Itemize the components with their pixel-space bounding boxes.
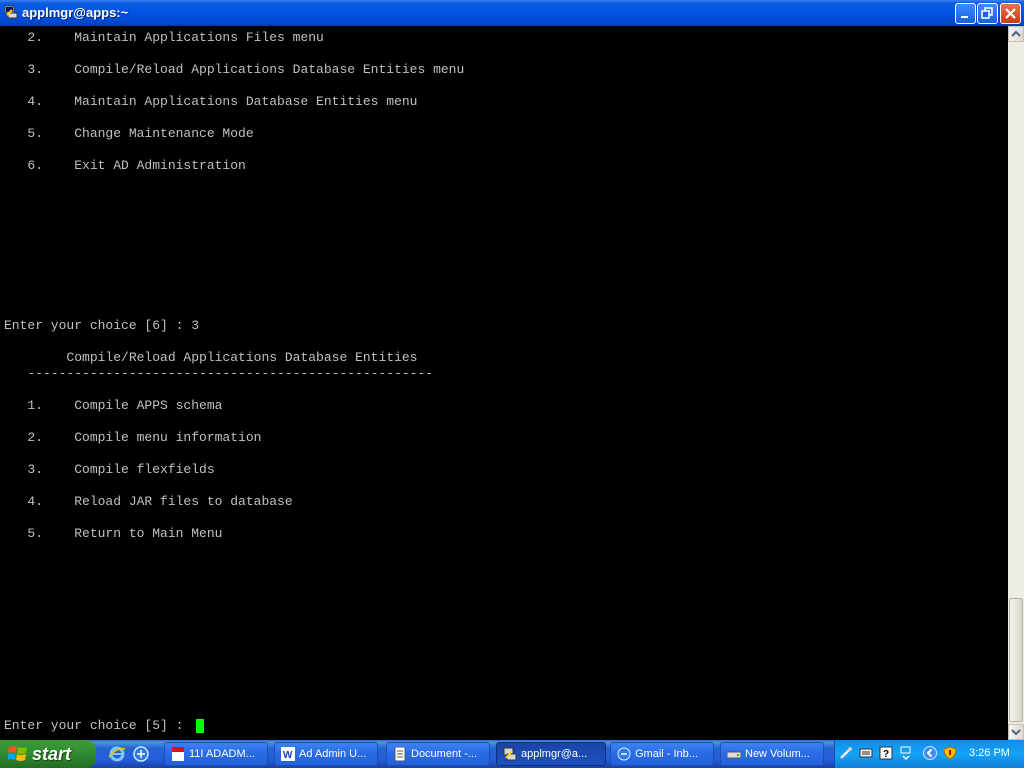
terminal-line: 6. Exit AD Administration	[4, 158, 246, 173]
tool-icon[interactable]	[839, 746, 853, 760]
clock[interactable]: 3:26 PM	[969, 747, 1010, 759]
minimize-icon	[961, 16, 968, 18]
internet-explorer-icon[interactable]	[108, 745, 126, 763]
putty-icon	[503, 747, 517, 761]
terminal-line: 2. Maintain Applications Files menu	[4, 30, 324, 45]
windows-logo-icon	[8, 746, 27, 761]
svg-text:W: W	[283, 750, 293, 761]
taskbar-item-label: Document -...	[411, 748, 478, 760]
taskbar-item-applmgr[interactable]: applmgr@a...	[496, 742, 606, 766]
text-cursor	[196, 719, 204, 733]
terminal-line: 3. Compile flexfields	[4, 462, 215, 477]
start-button[interactable]: start	[0, 740, 96, 768]
terminal-line: 5. Return to Main Menu	[4, 526, 223, 541]
taskbar-item-label: 11I ADADM...	[189, 748, 255, 760]
terminal-line: Compile/Reload Applications Database Ent…	[4, 350, 418, 365]
taskbar-item-adadm[interactable]: 11I ADADM...	[164, 742, 268, 766]
drive-icon	[727, 751, 741, 759]
system-tray: ? 3:26 PM	[834, 740, 1024, 768]
putty-icon	[4, 5, 18, 19]
terminal-line: 4. Reload JAR files to database	[4, 494, 293, 509]
close-icon	[1005, 8, 1016, 19]
terminal-line: ----------------------------------------…	[4, 366, 434, 381]
terminal-line: Enter your choice [6] : 3	[4, 318, 200, 333]
keyboard-icon[interactable]	[859, 746, 873, 760]
word-icon: W	[281, 747, 295, 761]
browser-icon[interactable]	[132, 745, 150, 763]
taskbar-item-document[interactable]: Document -...	[386, 742, 490, 766]
taskbar-item-new-volume[interactable]: New Volum...	[720, 742, 824, 766]
start-label: start	[32, 744, 72, 764]
minimize-button[interactable]	[955, 3, 976, 24]
help-icon[interactable]: ?	[879, 746, 893, 760]
document-icon	[394, 747, 406, 761]
taskbar: start 11I ADADM... W Ad Admin U... Docum…	[0, 740, 1024, 768]
terminal-prompt: Enter your choice [5] :	[4, 718, 192, 733]
taskbar-item-label: applmgr@a...	[521, 748, 588, 760]
scroll-down-button[interactable]	[1008, 724, 1024, 740]
window-title: applmgr@apps:~	[22, 5, 129, 20]
taskbar-item-label: New Volum...	[745, 748, 810, 760]
terminal-line: 4. Maintain Applications Database Entiti…	[4, 94, 418, 109]
scroll-thumb[interactable]	[1009, 598, 1023, 722]
arrow-up-icon	[1011, 30, 1021, 37]
terminal-output[interactable]: 2. Maintain Applications Files menu 3. C…	[0, 26, 1008, 740]
restore-icon	[981, 7, 993, 19]
taskbar-item-label: Ad Admin U...	[299, 748, 367, 760]
vertical-scrollbar[interactable]	[1008, 26, 1024, 740]
title-bar[interactable]: applmgr@apps:~	[0, 0, 1024, 26]
svg-text:?: ?	[883, 749, 889, 760]
terminal-line: 3. Compile/Reload Applications Database …	[4, 62, 465, 77]
taskbar-item-label: Gmail - Inb...	[635, 748, 698, 760]
close-button[interactable]	[1000, 3, 1021, 24]
scroll-up-button[interactable]	[1008, 26, 1024, 42]
pdf-icon	[172, 747, 184, 761]
restore-button[interactable]	[977, 3, 998, 24]
terminal-line: 5. Change Maintenance Mode	[4, 126, 254, 141]
taskbar-item-gmail[interactable]: Gmail - Inb...	[610, 742, 714, 766]
security-shield-icon[interactable]	[943, 746, 957, 760]
window-switch-icon[interactable]	[899, 746, 913, 760]
show-hidden-icons-chevron-icon[interactable]	[923, 746, 937, 760]
taskbar-item-ad-admin[interactable]: W Ad Admin U...	[274, 742, 378, 766]
arrow-down-icon	[1011, 729, 1021, 736]
gmail-icon	[617, 747, 631, 761]
terminal-line: 2. Compile menu information	[4, 430, 262, 445]
terminal-line: 1. Compile APPS schema	[4, 398, 223, 413]
